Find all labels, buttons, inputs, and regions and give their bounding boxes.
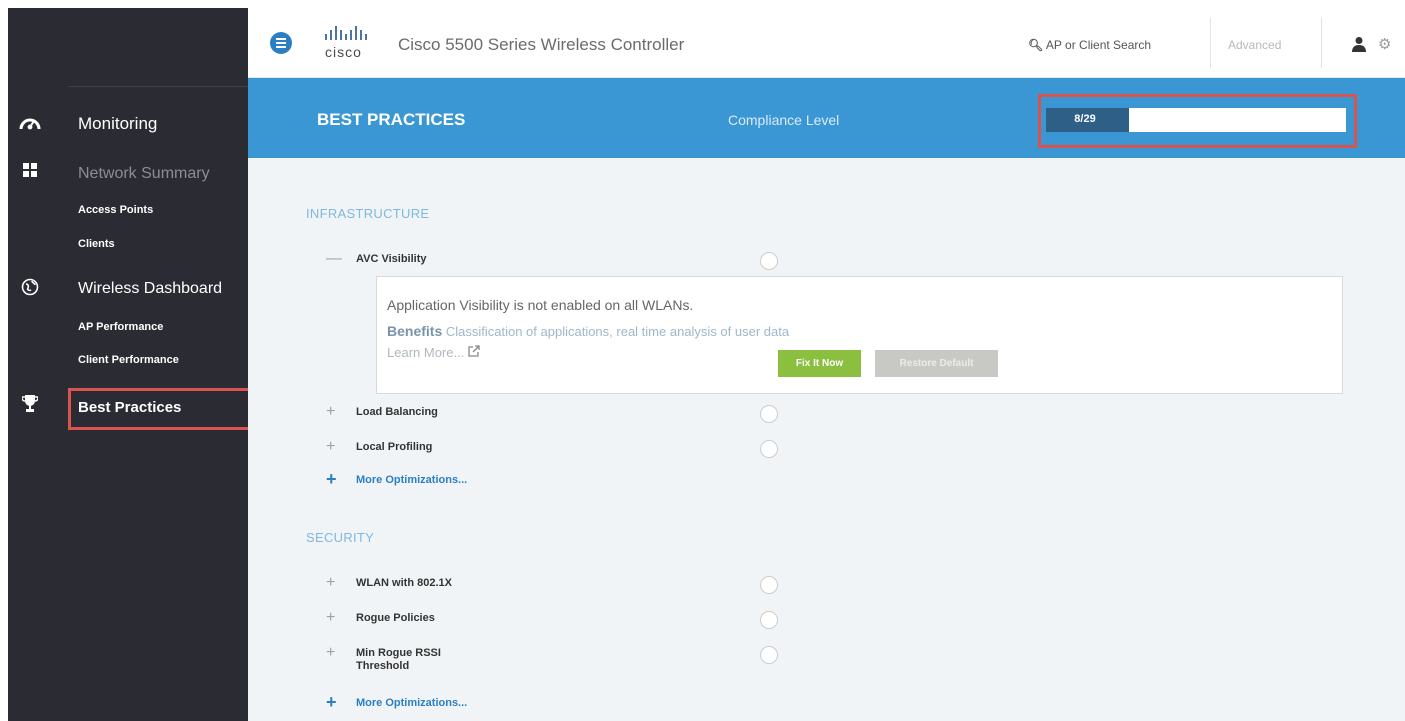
benefits-text: Benefits Classification of applications,… xyxy=(387,323,789,339)
list-item[interactable]: + Load Balancing xyxy=(326,403,1026,425)
dashboard-icon xyxy=(18,112,42,136)
gear-icon[interactable]: ⚙ xyxy=(1378,35,1391,53)
sidebar-item-ap-performance[interactable]: AP Performance xyxy=(78,321,163,333)
globe-icon xyxy=(18,278,42,302)
more-optimizations-link[interactable]: + More Optimizations... xyxy=(326,692,726,715)
plus-icon: + xyxy=(326,469,337,489)
sidebar-item-label: Best Practices xyxy=(78,399,182,416)
sidebar-divider xyxy=(68,86,248,87)
search-placeholder: AP or Client Search xyxy=(1045,38,1152,52)
sidebar: Monitoring Network Summary Access Points… xyxy=(8,8,252,721)
benefits-label: Benefits xyxy=(387,323,443,339)
item-label: Load Balancing xyxy=(356,406,438,418)
more-optimizations-link[interactable]: + More Optimizations... xyxy=(326,469,726,492)
list-item[interactable]: + WLAN with 802.1X xyxy=(326,574,1026,596)
section-heading-security: SECURITY xyxy=(306,530,375,545)
expand-icon[interactable]: + xyxy=(326,574,340,592)
advanced-link[interactable]: Advanced xyxy=(1228,38,1281,52)
list-item[interactable]: + Rogue Policies xyxy=(326,609,1026,631)
expand-icon[interactable]: + xyxy=(326,609,340,627)
item-label: Min Rogue RSSI Threshold xyxy=(356,647,441,672)
more-optimizations-label: More Optimizations... xyxy=(356,697,468,709)
top-header: cisco Cisco 5500 Series Wireless Control… xyxy=(248,8,1405,78)
header-divider xyxy=(1210,18,1211,68)
status-circle xyxy=(760,646,778,664)
detail-panel: Application Visibility is not enabled on… xyxy=(376,276,1343,394)
expand-icon[interactable]: + xyxy=(326,438,340,456)
cisco-wordmark: cisco xyxy=(325,44,362,60)
item-label: AVC Visibility xyxy=(356,253,427,265)
sidebar-section-monitoring[interactable]: Monitoring xyxy=(78,114,157,134)
trophy-icon xyxy=(18,394,42,418)
item-label: Rogue Policies xyxy=(356,612,435,624)
status-circle xyxy=(760,252,778,270)
item-label: WLAN with 802.1X xyxy=(356,577,452,589)
restore-default-button[interactable]: Restore Default xyxy=(875,350,998,377)
sidebar-item-access-points[interactable]: Access Points xyxy=(78,204,153,216)
app-window: Monitoring Network Summary Access Points… xyxy=(0,0,1405,721)
learn-more-label: Learn More... xyxy=(387,345,465,360)
header-divider xyxy=(1321,18,1322,68)
page-title-band: BEST PRACTICES Compliance Level 8/29 xyxy=(248,78,1405,158)
main-content: INFRASTRUCTURE — AVC Visibility Applicat… xyxy=(248,158,1405,721)
learn-more-link[interactable]: Learn More... xyxy=(387,345,480,360)
collapse-icon[interactable]: — xyxy=(326,250,342,268)
status-circle xyxy=(760,405,778,423)
expand-icon[interactable]: + xyxy=(326,644,340,662)
status-circle xyxy=(760,611,778,629)
page-title: BEST PRACTICES xyxy=(317,110,466,129)
sidebar-item-client-performance[interactable]: Client Performance xyxy=(78,354,179,366)
search-box[interactable]: 🔍︎ AP or Client Search xyxy=(1028,38,1151,52)
cisco-logo: cisco xyxy=(321,26,375,62)
sidebar-brand-area xyxy=(8,8,248,86)
search-icon: 🔍︎ xyxy=(1028,38,1044,52)
list-item[interactable]: + Min Rogue RSSI Threshold xyxy=(326,644,1026,674)
list-item[interactable]: — AVC Visibility xyxy=(326,250,1026,272)
list-item[interactable]: + Local Profiling xyxy=(326,438,1026,460)
section-heading-infrastructure: INFRASTRUCTURE xyxy=(306,206,430,221)
more-optimizations-label: More Optimizations... xyxy=(356,474,468,486)
status-circle xyxy=(760,576,778,594)
fix-it-now-button[interactable]: Fix It Now xyxy=(778,350,861,377)
status-circle xyxy=(760,440,778,458)
progress-text: 8/29 xyxy=(1074,113,1096,125)
app-title: Cisco 5500 Series Wireless Controller xyxy=(398,35,685,54)
sidebar-section-wireless-dashboard[interactable]: Wireless Dashboard xyxy=(78,280,222,298)
item-label: Local Profiling xyxy=(356,441,433,453)
compliance-label: Compliance Level xyxy=(728,112,840,128)
left-gutter xyxy=(0,0,8,721)
detail-message: Application Visibility is not enabled on… xyxy=(387,297,694,313)
menu-icon[interactable] xyxy=(270,32,292,54)
user-icon[interactable] xyxy=(1352,36,1366,56)
sidebar-item-clients[interactable]: Clients xyxy=(78,238,115,250)
expand-icon[interactable]: + xyxy=(326,403,340,421)
sidebar-item-network-summary[interactable]: Network Summary xyxy=(78,165,210,183)
sidebar-item-best-practices[interactable]: Best Practices xyxy=(68,388,252,430)
external-link-icon xyxy=(468,345,480,360)
plus-icon: + xyxy=(326,692,337,712)
compliance-progress-bar: 8/29 xyxy=(1046,108,1346,132)
grid-icon xyxy=(18,160,42,184)
benefits-description: Classification of applications, real tim… xyxy=(445,324,790,339)
